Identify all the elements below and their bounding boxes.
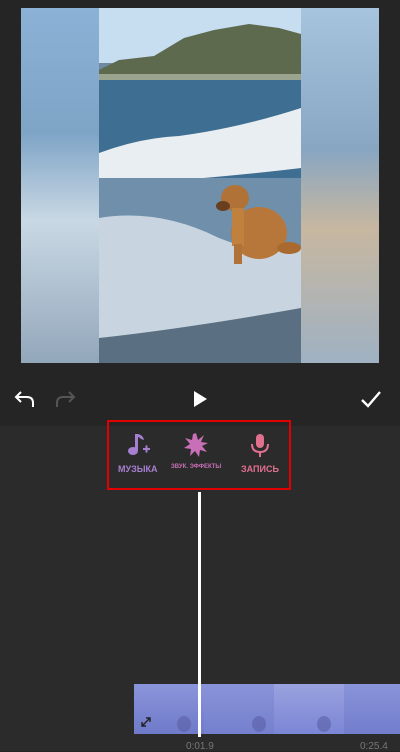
record-option[interactable]: ЗАПИСЬ (241, 432, 279, 474)
current-time: 0:01.9 (186, 741, 214, 752)
preview-blur-left (21, 8, 99, 363)
playhead[interactable] (198, 492, 201, 737)
record-label: ЗАПИСЬ (241, 464, 279, 474)
video-preview[interactable] (21, 8, 379, 363)
clip-dog-silhouettes (177, 716, 331, 732)
end-time: 0:25.4 (360, 741, 388, 752)
video-frame (99, 8, 301, 363)
music-option[interactable]: МУЗЫКА (118, 432, 158, 474)
playback-toolbar (0, 378, 400, 420)
sound-effects-label: ЗВУК. ЭФФЕКТЫ (171, 464, 222, 470)
play-button[interactable] (187, 386, 213, 412)
sound-effects-option[interactable]: ЗВУК. ЭФФЕКТЫ (171, 432, 221, 470)
music-label: МУЗЫКА (118, 464, 158, 474)
done-button[interactable] (358, 386, 384, 412)
undo-icon (14, 391, 34, 407)
clip-link-icon (141, 717, 151, 727)
microphone-icon (250, 434, 269, 457)
burst-icon (184, 433, 209, 457)
play-icon (194, 391, 207, 407)
redo-icon (56, 391, 76, 407)
video-clip-track[interactable] (134, 684, 400, 734)
preview-blur-right (301, 8, 379, 363)
audio-options-highlight: МУЗЫКА ЗВУК. ЭФФЕКТЫ ЗАПИСЬ (107, 420, 291, 490)
music-note-add-icon (127, 434, 150, 455)
redo-button[interactable] (52, 386, 78, 412)
undo-button[interactable] (12, 386, 38, 412)
checkmark-icon (361, 391, 381, 408)
